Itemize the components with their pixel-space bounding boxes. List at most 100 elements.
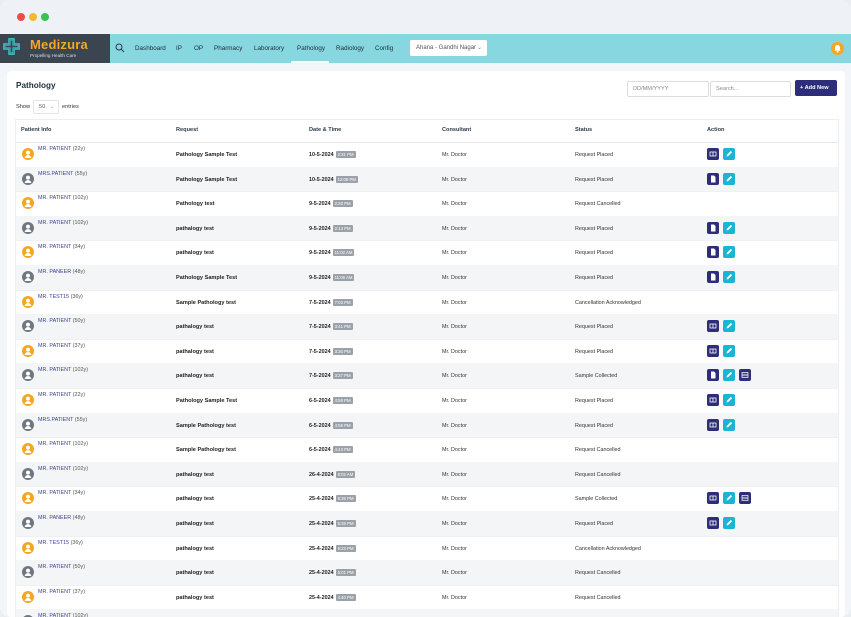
avatar-icon [22,394,34,406]
patient-name-link[interactable]: MR. PATIENT (102y) [38,466,88,472]
patient-name-link[interactable]: MRS.PATIENT (55y) [38,171,87,177]
edit-icon[interactable] [723,246,735,259]
entries-select[interactable]: 50 ⌄ [33,100,59,114]
nav-dashboard[interactable]: Dashboard [135,45,166,52]
patient-name-link[interactable]: MR. PATIENT (50y) [38,318,85,324]
brand-logo[interactable]: Medizura Propelling Health Care [0,34,110,63]
edit-icon[interactable] [723,369,735,382]
patient-name-link[interactable]: MR. TEST15 (36y) [38,294,83,300]
notification-icon[interactable] [831,42,844,55]
request-date-time: 9-5-2024 2:13 PM [309,224,353,232]
view-report-icon[interactable] [707,492,719,505]
close-window-icon[interactable] [17,13,25,21]
edit-icon[interactable] [723,271,735,283]
patient-name-link[interactable]: MR. TEST15 (36y) [38,540,83,546]
view-report-icon[interactable] [707,320,719,333]
request-date-time: 7-5-2024 3:30 PM [309,347,353,355]
table-row: MR. PANEER (48y) Pathology Sample Test 9-5… [16,265,838,291]
request-time-badge: 3:27 PM [332,372,353,380]
request-name: Sample Pathology test [176,422,236,429]
view-report-icon[interactable] [707,344,719,357]
patient-name-link[interactable]: MR. PATIENT (102y) [38,195,88,201]
edit-icon[interactable] [723,418,735,431]
patient-name: MR. PATIENT [38,613,72,617]
edit-icon[interactable] [723,320,735,333]
edit-icon[interactable] [723,221,735,234]
table-header: Patient Info Request Date & Time Consult… [16,120,838,143]
table-row: MR. PATIENT (102y) [16,609,838,617]
patient-name-link[interactable]: MRS.PATIENT (55y) [38,417,87,423]
nav-laboratory[interactable]: Laboratory [254,45,284,52]
edit-icon[interactable] [723,492,735,505]
entries-label: entries [62,104,79,110]
document-icon[interactable] [707,172,719,185]
nav-op[interactable]: OP [194,45,203,52]
date-filter-input[interactable]: DD/MM/YYYY [627,81,709,97]
nav-active-indicator [291,61,329,63]
patient-name: MR. PATIENT [38,244,72,251]
consultant-name: Mr. Doctor [442,250,467,257]
branch-select[interactable]: Ahana - Gandhi Nagar ⌄ [410,40,487,56]
patient-name-link[interactable]: MR. PATIENT (22y) [38,146,85,152]
status-text: Request Cancelled [575,570,621,577]
request-name: pathalogy test [176,471,214,478]
column-header-consultant[interactable]: Consultant [442,127,471,133]
request-time-badge: 8:02 AM [335,470,356,478]
table-row: MR. PATIENT (102y) pathalogy test 7-5-2024… [16,363,838,389]
request-date: 25-4-2024 [309,594,334,601]
list-icon[interactable] [739,369,751,382]
column-header-status[interactable]: Status [575,127,592,133]
request-date-time: 7-5-2024 3:41 PM [309,323,353,331]
view-report-icon[interactable] [707,418,719,431]
column-header-action[interactable]: Action [707,127,724,133]
request-date: 10-5-2024 [309,152,334,158]
search-icon[interactable] [115,43,125,53]
patient-name-link[interactable]: MR. PATIENT (102y) [38,613,88,617]
column-header-request[interactable]: Request [176,127,198,133]
nav-config[interactable]: Config [375,45,393,52]
patient-name-link[interactable]: MR. PATIENT (22y) [38,392,85,398]
request-date: 6-5-2024 [309,398,331,404]
patient-name-link[interactable]: MR. PATIENT (102y) [38,220,88,226]
view-report-icon[interactable] [707,394,719,406]
maximize-window-icon[interactable] [41,13,49,21]
edit-icon[interactable] [723,148,735,160]
nav-radiology[interactable]: Radiology [336,45,364,52]
edit-icon[interactable] [723,394,735,406]
request-date: 9-5-2024 [309,275,331,281]
column-header-patient-info[interactable]: Patient Info [21,127,51,133]
document-icon[interactable] [707,271,719,283]
edit-icon[interactable] [723,172,735,185]
patient-name-link[interactable]: MR. PATIENT (102y) [38,441,88,447]
patient-name-link[interactable]: MR. PATIENT (37y) [38,589,85,595]
patient-name-link[interactable]: MR. PATIENT (37y) [38,343,85,349]
document-icon[interactable] [707,246,719,259]
edit-icon[interactable] [723,517,735,529]
request-date-time: 26-4-2024 8:02 AM [309,470,356,478]
patient-name-link[interactable]: MR. PATIENT (102y) [38,367,88,373]
list-icon[interactable] [739,492,751,505]
avatar-icon [22,148,34,160]
patient-name-link[interactable]: MR. PATIENT (34y) [38,490,85,496]
table-row: MR. PATIENT (102y) pathalogy test 9-5-2024… [16,215,838,242]
status-text: Request Cancelled [575,594,621,601]
search-input[interactable]: Search... [710,81,791,97]
document-icon[interactable] [707,221,719,234]
add-new-button[interactable]: + Add New [795,80,837,96]
nav-pathology[interactable]: Pathology [297,45,325,52]
column-header-date-time[interactable]: Date & Time [309,127,341,133]
document-icon[interactable] [707,369,719,382]
edit-icon[interactable] [723,344,735,357]
minimize-window-icon[interactable] [29,13,37,21]
request-name: pathalogy test [176,324,214,331]
request-name: Sample Pathology test [176,447,236,454]
nav-pharmacy[interactable]: Pharmacy [214,45,242,52]
patient-name-link[interactable]: MR. PANEER (48y) [38,515,85,521]
patient-name-link[interactable]: MR. PANEER (48y) [38,269,85,275]
view-report-icon[interactable] [707,148,719,160]
request-name: pathalogy test [176,545,214,552]
nav-ip[interactable]: IP [176,45,182,52]
patient-name-link[interactable]: MR. PATIENT (34y) [38,244,85,250]
view-report-icon[interactable] [707,517,719,529]
patient-name-link[interactable]: MR. PATIENT (50y) [38,564,85,570]
